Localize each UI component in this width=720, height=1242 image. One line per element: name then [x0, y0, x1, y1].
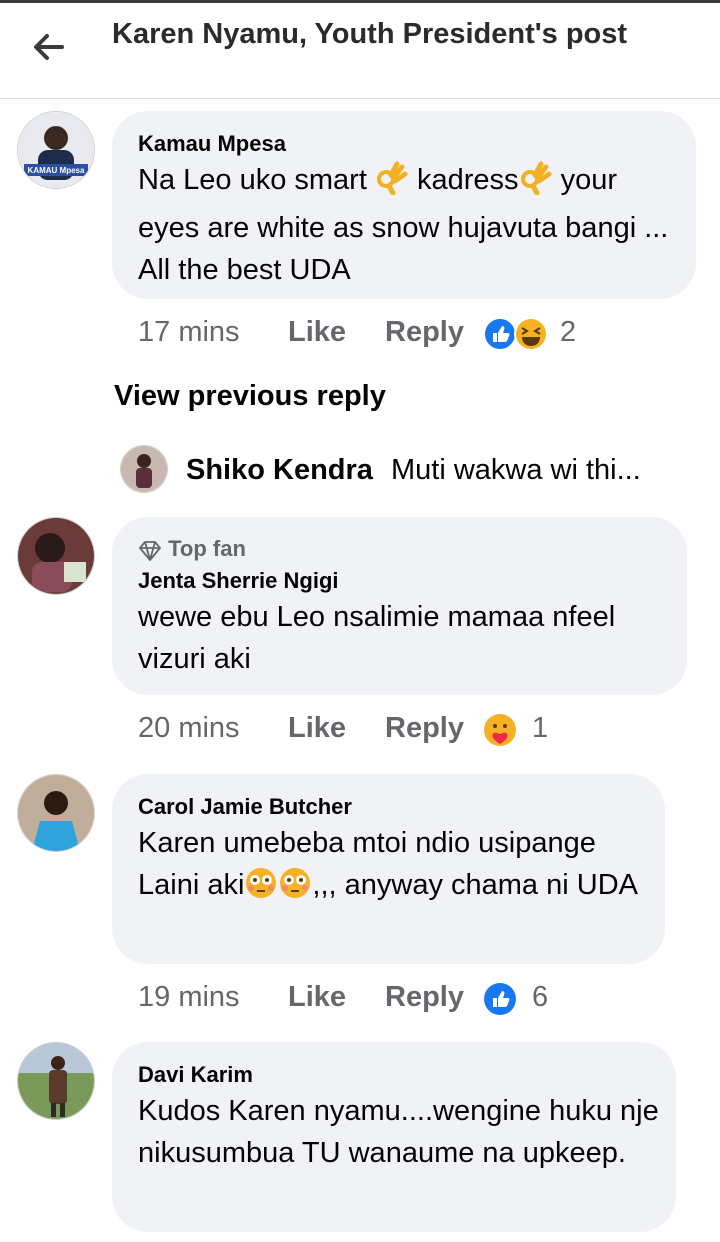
reaction-icons[interactable] — [483, 713, 517, 752]
top-bar: Karen Nyamu, Youth President's post — [0, 3, 720, 99]
reaction-icons[interactable] — [483, 982, 517, 1021]
reply-preview-text[interactable]: Muti wakwa wi thi... — [391, 454, 641, 487]
ok-hand-icon — [519, 161, 553, 207]
reply-author[interactable]: Shiko Kendra — [186, 454, 373, 487]
comment-bubble[interactable]: Kamau Mpesa Na Leo uko smart kadress you… — [112, 111, 696, 299]
like-reaction-icon — [483, 317, 517, 351]
flushed-face-icon — [278, 866, 312, 912]
ok-hand-icon — [375, 161, 409, 207]
comment-author[interactable]: Jenta Sherrie Ngigi — [138, 568, 339, 594]
avatar[interactable]: KAMAU Mpesa — [17, 111, 95, 189]
comment-author[interactable]: Kamau Mpesa — [138, 131, 286, 157]
reaction-count: 6 — [532, 981, 549, 1013]
comment-bubble[interactable]: Carol Jamie Butcher Karen umebeba mtoi n… — [112, 774, 665, 964]
comment-text: wewe ebu Leo nsalimie mamaa nfeel vizuri… — [138, 601, 616, 675]
reaction-count: 1 — [532, 712, 549, 744]
comment-author[interactable]: Carol Jamie Butcher — [138, 794, 352, 820]
avatar-label: KAMAU Mpesa — [28, 166, 85, 175]
reaction-icons[interactable] — [483, 317, 551, 356]
reply-button[interactable]: Reply — [385, 712, 464, 745]
avatar[interactable] — [17, 517, 95, 595]
comment-text: Na Leo uko smart kadress your eyes are w… — [138, 159, 678, 291]
like-button[interactable]: Like — [288, 712, 346, 745]
like-reaction-icon — [484, 983, 516, 1015]
comment-bubble[interactable]: Top fan Jenta Sherrie Ngigi wewe ebu Leo… — [112, 517, 687, 695]
avatar[interactable] — [17, 774, 95, 852]
haha-reaction-icon — [514, 317, 548, 351]
post-title: Karen Nyamu, Youth President's post — [112, 18, 628, 50]
diamond-icon — [138, 540, 162, 568]
reaction-count: 2 — [560, 316, 577, 348]
like-button[interactable]: Like — [288, 981, 346, 1014]
top-fan-badge: Top fan — [138, 536, 246, 568]
comment-text: Karen umebeba mtoi ndio usipange Laini a… — [138, 822, 648, 912]
comment-author[interactable]: Davi Karim — [138, 1062, 253, 1088]
comment-text: Kudos Karen nyamu....wengine huku nje ni… — [138, 1095, 659, 1169]
reply-button[interactable]: Reply — [385, 981, 464, 1014]
care-reaction-icon — [484, 714, 516, 746]
reply-button[interactable]: Reply — [385, 316, 464, 349]
avatar[interactable] — [120, 445, 168, 493]
like-button[interactable]: Like — [288, 316, 346, 349]
flushed-face-icon — [244, 866, 278, 912]
comment-time: 17 mins — [138, 316, 240, 348]
back-arrow-icon[interactable] — [28, 27, 68, 67]
comment-time: 20 mins — [138, 712, 240, 744]
comment-bubble[interactable]: Davi Karim Kudos Karen nyamu....wengine … — [112, 1042, 676, 1232]
avatar[interactable] — [17, 1042, 95, 1120]
comment-time: 19 mins — [138, 981, 240, 1013]
view-previous-reply-link[interactable]: View previous reply — [114, 380, 386, 413]
